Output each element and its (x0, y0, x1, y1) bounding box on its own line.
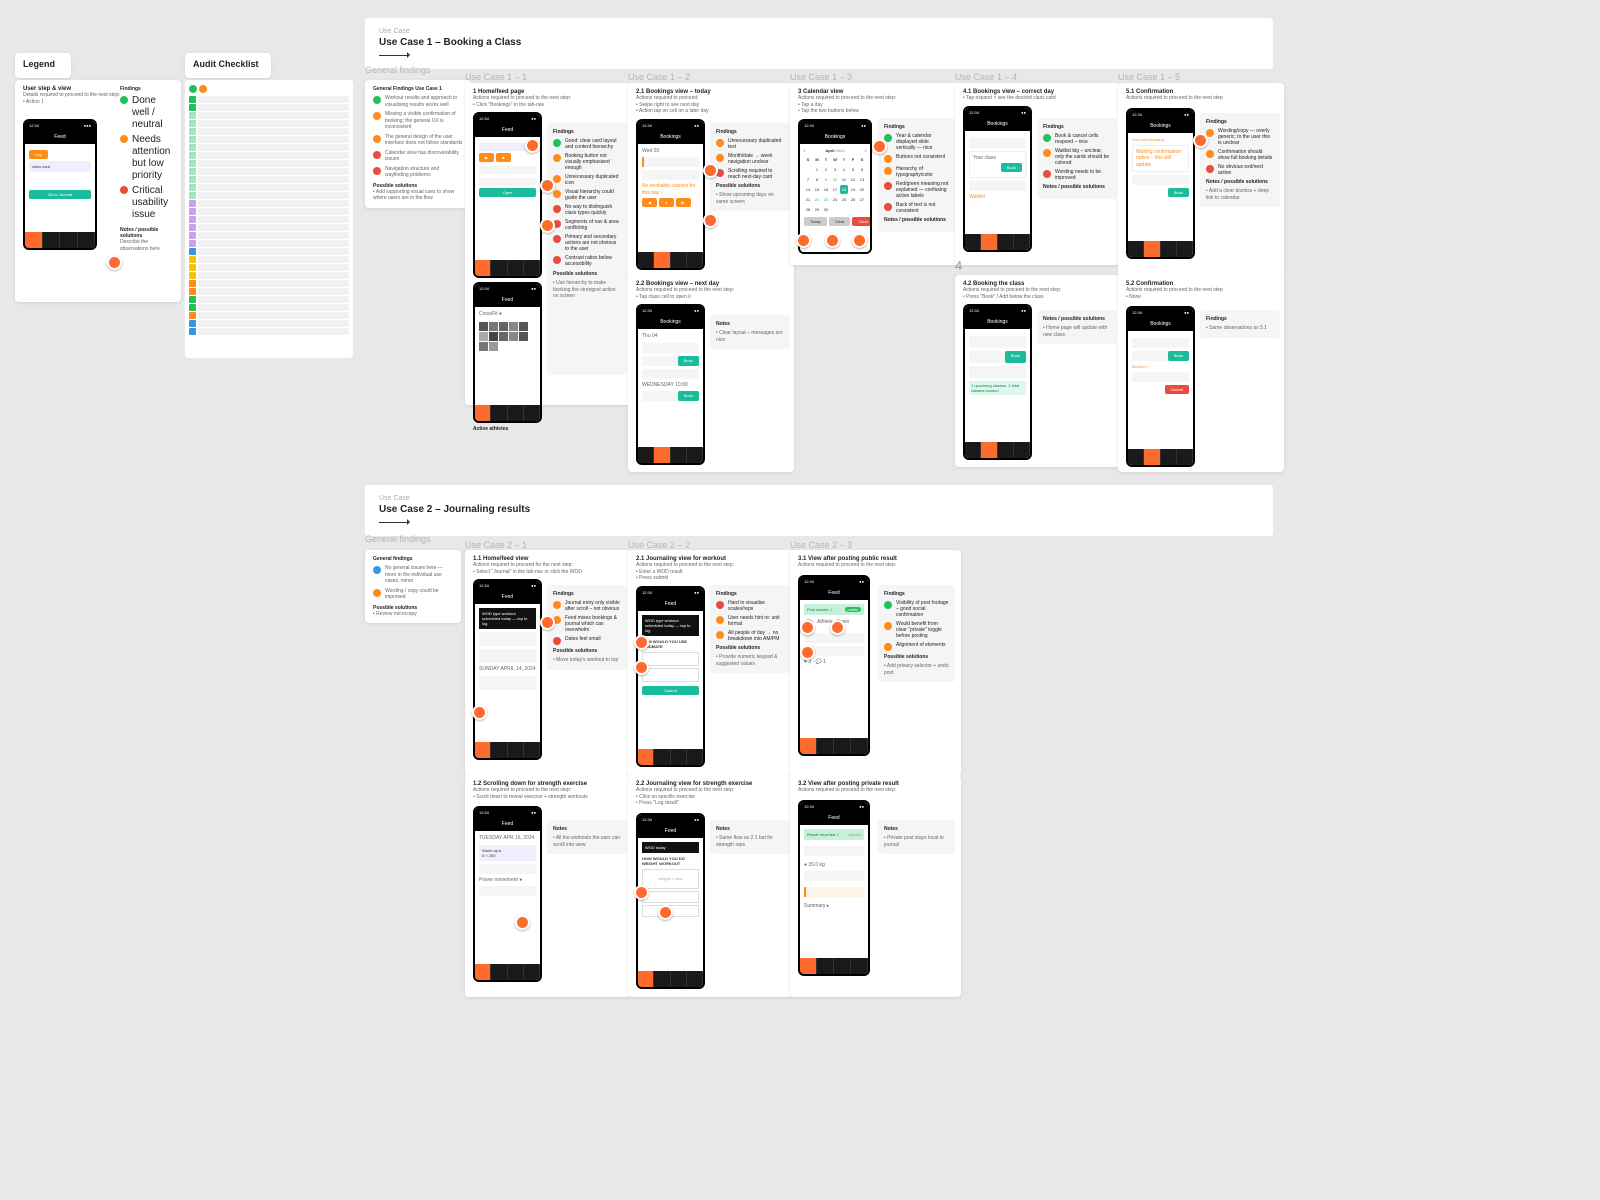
uc1-5b-card: 5.2 Confirmation Actions required to pro… (1118, 275, 1284, 472)
checklist-title: Audit Checklist (193, 59, 263, 69)
phone-feed-1b: 12:34●● Feed CrossFit ● (473, 282, 542, 423)
uc1-4b-card: 4.2 Booking the class Actions required t… (955, 275, 1121, 467)
general-findings-uc2: General findings No general issues here … (365, 550, 461, 623)
uc1-2a-card: 2.1 Bookings view – today Actions requir… (628, 83, 794, 280)
phone-bookings-today: 12:34●● Bookings Wed 03 No bookable clas… (636, 119, 705, 270)
checklist-title-card: Audit Checklist (185, 53, 271, 78)
uc1-2a-findings: Findings Unnecessary duplicated text Mon… (710, 123, 790, 211)
usecase-2-bar: Use Case Use Case 2 – Journaling results (365, 485, 1273, 536)
usecase-1-title: Use Case 1 – Booking a Class (379, 37, 1259, 48)
audit-checklist (185, 80, 353, 358)
general-findings-uc1: General Findings Use Case 1 Workout resu… (365, 80, 471, 208)
legend-title: Legend (23, 59, 63, 69)
design-canvas[interactable]: Legend User step & view Details required… (0, 0, 1600, 1200)
col-general-findings: General findings (365, 65, 431, 75)
uc1-1-findings: Findings Good: clear card layout and con… (547, 123, 627, 375)
marker-icon (107, 255, 122, 270)
dot-green (120, 96, 128, 104)
uc2-3b-card: 3.2 View after posting private result Ac… (790, 775, 961, 997)
arrow-icon (379, 55, 409, 56)
dot-red (120, 186, 128, 194)
uc1-3-card: 3 Calendar view Actions required to proc… (790, 83, 961, 265)
uc1-2b-card: 2.2 Bookings view – next day Actions req… (628, 275, 794, 472)
col-uc1-4: Use Case 1 – 4 (955, 72, 1017, 82)
col-uc1-1: Use Case 1 – 1 (465, 72, 527, 82)
uc1-5a-card: 5.1 Confirmation Actions required to pro… (1118, 83, 1284, 280)
col-uc1-3: Use Case 1 – 3 (790, 72, 852, 82)
dot-orange (120, 135, 128, 143)
book-button[interactable]: Book (1001, 163, 1022, 172)
uc1-1-card: 1 Home/feed page Actions required to pro… (465, 83, 631, 405)
legend-sample-phone: 12:34●●● Feed Log class card Go to Journ… (23, 119, 97, 250)
cancel-button[interactable]: Cancel (1165, 385, 1189, 394)
uc2-1b-card: 1.2 Scrolling down for strength exercise… (465, 775, 631, 997)
usecase-1-bar: Use Case Use Case 1 – Booking a Class (365, 18, 1273, 69)
phone-feed-1: 12:34●● Feed ▶■ Open (473, 112, 542, 278)
uc2-1a-card: 1.1 Home/feed view Actions required to p… (465, 550, 631, 777)
uc2-2b-card: 2.2 Journaling view for strength exercis… (628, 775, 794, 997)
uc2-2a-card: 2.1 Journaling view for workout Actions … (628, 550, 794, 777)
col-uc1-5: Use Case 1 – 5 (1118, 72, 1180, 82)
col-uc1-2: Use Case 1 – 2 (628, 72, 690, 82)
uc1-4a-card: 4.1 Bookings view – correct day • Tap ex… (955, 83, 1121, 265)
uc2-3a-card: 3.1 View after posting public result Act… (790, 550, 961, 777)
legend-card: User step & view Details required to pro… (15, 80, 181, 302)
legend-title-card: Legend (15, 53, 71, 78)
usecase-2-title: Use Case 2 – Journaling results (379, 504, 1259, 515)
label-4: 4 (955, 258, 962, 273)
legend-findings-title: Findings (120, 86, 175, 92)
